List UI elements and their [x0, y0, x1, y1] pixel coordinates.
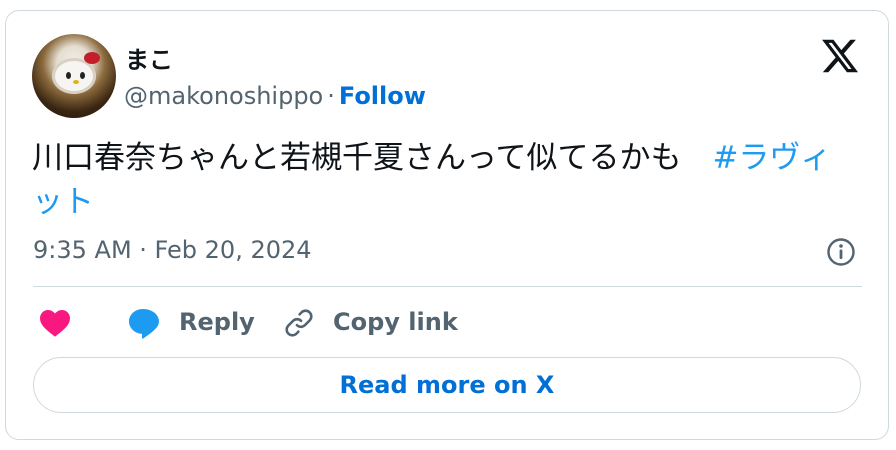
tweet-timestamp[interactable]: 9:35 AM · Feb 20, 2024 — [33, 236, 312, 264]
follow-link[interactable]: Follow — [339, 82, 426, 110]
divider — [33, 286, 862, 287]
handle-row: @makonoshippo · Follow — [124, 82, 426, 110]
x-logo-icon[interactable] — [820, 36, 860, 76]
tweet-body: 川口春奈ちゃんと若槻千夏さんって似てるかも — [32, 140, 713, 176]
avatar-eye-right — [80, 72, 85, 79]
separator-dot: · — [327, 82, 335, 110]
link-icon[interactable] — [282, 306, 316, 340]
avatar-nose — [73, 80, 79, 84]
user-handle[interactable]: @makonoshippo — [124, 82, 323, 110]
read-more-button[interactable]: Read more on X — [33, 357, 861, 413]
display-name[interactable]: まこ — [125, 40, 173, 75]
avatar-bow — [84, 52, 100, 64]
info-icon[interactable] — [825, 236, 857, 268]
copy-link-button[interactable]: Copy link — [333, 308, 458, 336]
avatar[interactable] — [32, 34, 116, 118]
reply-button[interactable]: Reply — [179, 308, 255, 336]
heart-icon[interactable] — [38, 308, 72, 338]
reply-bubble-icon[interactable] — [126, 306, 162, 340]
tweet-text: 川口春奈ちゃんと若槻千夏さんって似てるかも #ラヴィット — [32, 136, 862, 224]
avatar-eye-left — [66, 72, 71, 79]
